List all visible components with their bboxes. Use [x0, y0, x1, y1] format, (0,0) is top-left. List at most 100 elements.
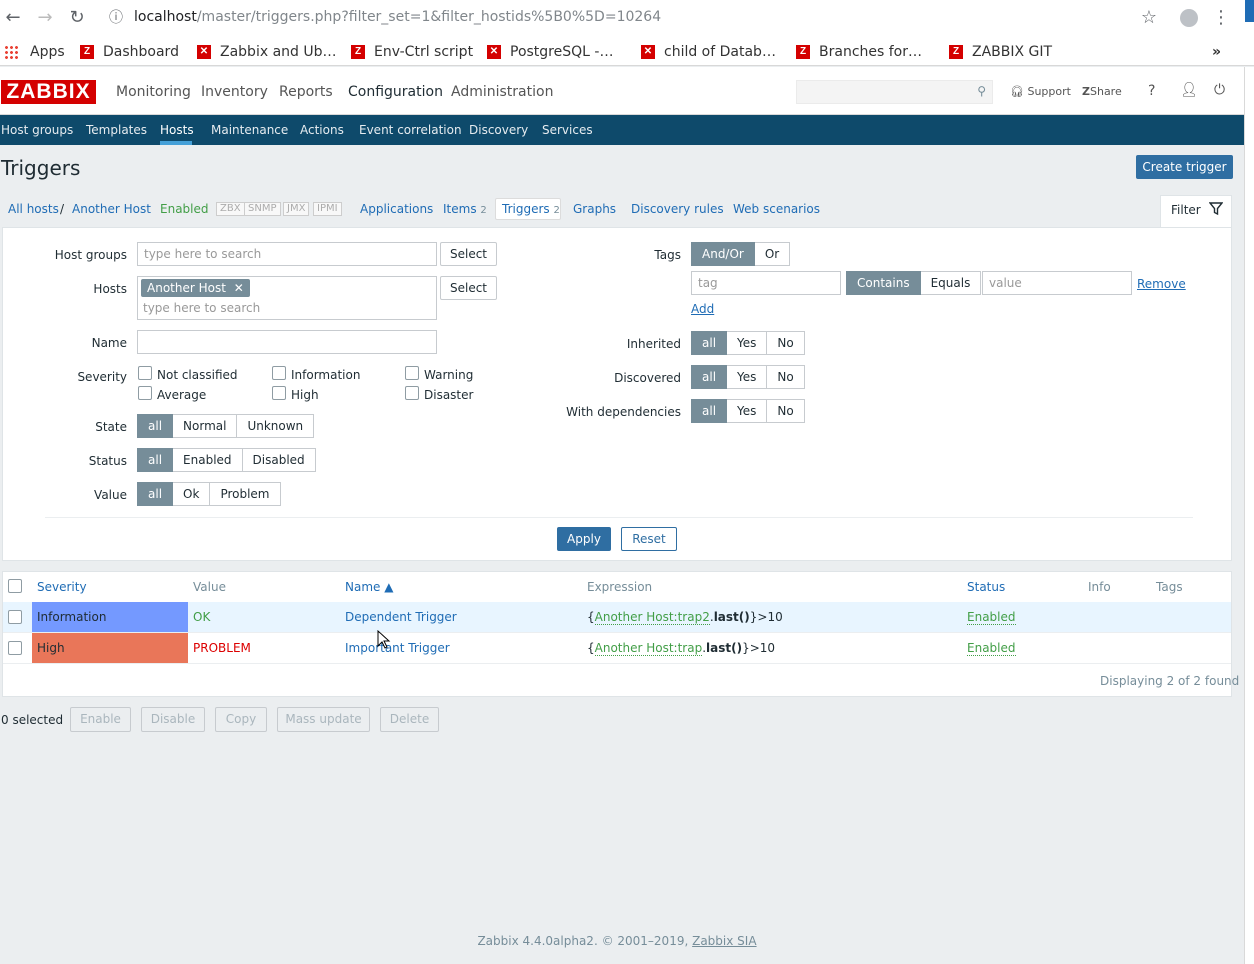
state-all[interactable]: all: [137, 414, 174, 438]
nav-administration[interactable]: Administration: [451, 84, 553, 100]
hosts-select-button[interactable]: Select: [440, 276, 497, 300]
breadcrumb-host[interactable]: Another Host: [72, 202, 151, 216]
enable-button[interactable]: Enable: [70, 707, 131, 732]
global-search-input[interactable]: ⚲: [796, 80, 993, 104]
apply-button[interactable]: Apply: [557, 527, 611, 551]
host-groups-select-button[interactable]: Select: [440, 242, 497, 266]
hosts-search-input[interactable]: type here to search: [143, 301, 260, 315]
expression-item-link[interactable]: Another Host:trap2: [594, 610, 710, 625]
tag-value-input[interactable]: value: [982, 271, 1132, 295]
bookmark-env-ctrl[interactable]: Z Env-Ctrl script: [351, 42, 473, 62]
tags-and-or[interactable]: And/Or: [691, 242, 755, 266]
copy-button[interactable]: Copy: [215, 707, 267, 732]
dependencies-no[interactable]: No: [767, 399, 805, 423]
subnav-templates[interactable]: Templates: [86, 123, 147, 137]
status-all[interactable]: all: [137, 448, 174, 472]
trigger-name-link[interactable]: Important Trigger: [345, 641, 450, 655]
discovered-all[interactable]: all: [691, 365, 728, 389]
subnav-hosts[interactable]: Hosts: [160, 123, 194, 137]
bookmark-dashboard[interactable]: Z Dashboard: [80, 42, 179, 62]
value-ok[interactable]: Ok: [173, 482, 211, 506]
name-input[interactable]: [137, 330, 437, 354]
trigger-name-link[interactable]: Dependent Trigger: [345, 610, 457, 624]
zabbix-sia-link[interactable]: Zabbix SIA: [692, 934, 756, 948]
severity-average-checkbox[interactable]: [138, 386, 152, 400]
tag-equals[interactable]: Equals: [920, 271, 982, 295]
bookmark-child-of-database[interactable]: ✕ child of Datab…: [641, 42, 776, 62]
forward-arrow-icon[interactable]: →: [33, 6, 57, 30]
subnav-event-correlation[interactable]: Event correlation: [359, 123, 462, 137]
profile-icon[interactable]: [1177, 6, 1201, 30]
bookmark-star-icon[interactable]: ☆: [1137, 6, 1161, 30]
breadcrumb-all-hosts[interactable]: All hosts: [8, 202, 59, 216]
nav-inventory[interactable]: Inventory: [201, 84, 268, 100]
filter-toggle-tab[interactable]: Filter: [1160, 195, 1232, 227]
nav-monitoring[interactable]: Monitoring: [116, 84, 191, 100]
subnav-maintenance[interactable]: Maintenance: [211, 123, 288, 137]
tab-web-scenarios[interactable]: Web scenarios: [733, 202, 820, 216]
remove-chip-icon[interactable]: ✕: [234, 281, 244, 295]
delete-button[interactable]: Delete: [380, 707, 439, 732]
tag-input[interactable]: tag: [691, 271, 841, 295]
nav-configuration[interactable]: Configuration: [348, 84, 443, 100]
back-arrow-icon[interactable]: ←: [1, 6, 25, 30]
host-groups-input[interactable]: type here to search: [137, 242, 437, 266]
status-enabled-link[interactable]: Enabled: [967, 641, 1016, 656]
inherited-yes[interactable]: Yes: [727, 331, 768, 355]
tags-or[interactable]: Or: [754, 242, 791, 266]
bookmark-zabbix-git[interactable]: Z ZABBIX GIT: [949, 42, 1052, 62]
sign-out-icon[interactable]: ⏻: [1214, 82, 1225, 98]
info-icon[interactable]: ⓘ: [104, 6, 128, 30]
bookmark-apps[interactable]: Apps: [4, 42, 65, 62]
severity-disaster-checkbox[interactable]: [405, 386, 419, 400]
support-link[interactable]: 🎧︎ Support: [1010, 85, 1071, 98]
discovered-yes[interactable]: Yes: [727, 365, 768, 389]
state-normal[interactable]: Normal: [173, 414, 238, 438]
severity-high-checkbox[interactable]: [272, 386, 286, 400]
tab-items[interactable]: Items 2: [443, 202, 487, 216]
status-disabled[interactable]: Disabled: [242, 448, 316, 472]
state-unknown[interactable]: Unknown: [237, 414, 315, 438]
value-all[interactable]: all: [137, 482, 174, 506]
inherited-no[interactable]: No: [767, 331, 805, 355]
discovered-no[interactable]: No: [767, 365, 805, 389]
status-enabled[interactable]: Enabled: [173, 448, 243, 472]
zabbix-logo[interactable]: ZABBIX: [1, 80, 96, 104]
subnav-host-groups[interactable]: Host groups: [1, 123, 73, 137]
column-status[interactable]: Status: [967, 580, 1005, 594]
row-checkbox[interactable]: [8, 610, 22, 624]
tab-discovery-rules[interactable]: Discovery rules: [631, 202, 724, 216]
bookmark-postgresql[interactable]: ✕ PostgreSQL -…: [487, 42, 613, 62]
url-bar[interactable]: localhost/master/triggers.php?filter_set…: [134, 9, 661, 25]
select-all-checkbox[interactable]: [8, 579, 22, 593]
reset-button[interactable]: Reset: [621, 527, 677, 551]
hosts-multiselect[interactable]: Another Host ✕ type here to search: [137, 276, 437, 320]
help-icon[interactable]: ?: [1148, 83, 1155, 99]
tab-triggers[interactable]: Triggers 2: [495, 198, 561, 220]
subnav-actions[interactable]: Actions: [300, 123, 344, 137]
nav-reports[interactable]: Reports: [279, 84, 333, 100]
severity-warning-checkbox[interactable]: [405, 366, 419, 380]
tag-remove-link[interactable]: Remove: [1137, 277, 1186, 291]
tag-add-link[interactable]: Add: [691, 302, 714, 316]
value-problem[interactable]: Problem: [210, 482, 281, 506]
bookmark-branches[interactable]: Z Branches for…: [796, 42, 922, 62]
host-status-enabled[interactable]: Enabled: [160, 202, 209, 216]
column-name[interactable]: Name ▲: [345, 580, 393, 594]
status-enabled-link[interactable]: Enabled: [967, 610, 1016, 625]
subnav-services[interactable]: Services: [542, 123, 593, 137]
severity-not-classified-checkbox[interactable]: [138, 366, 152, 380]
browser-menu-icon[interactable]: ⋮: [1209, 6, 1233, 30]
expression-item-link[interactable]: Another Host:trap: [594, 641, 703, 656]
mass-update-button[interactable]: Mass update: [277, 707, 370, 732]
tab-graphs[interactable]: Graphs: [573, 202, 616, 216]
subnav-discovery[interactable]: Discovery: [469, 123, 528, 137]
tab-applications[interactable]: Applications: [360, 202, 433, 216]
bookmarks-overflow-icon[interactable]: »: [1212, 42, 1221, 62]
reload-icon[interactable]: ↻: [65, 6, 89, 30]
user-profile-icon[interactable]: 👤︎: [1180, 82, 1198, 98]
search-icon[interactable]: ⚲: [977, 84, 986, 98]
create-trigger-button[interactable]: Create trigger: [1136, 155, 1233, 179]
severity-information-checkbox[interactable]: [272, 366, 286, 380]
row-checkbox[interactable]: [8, 641, 22, 655]
